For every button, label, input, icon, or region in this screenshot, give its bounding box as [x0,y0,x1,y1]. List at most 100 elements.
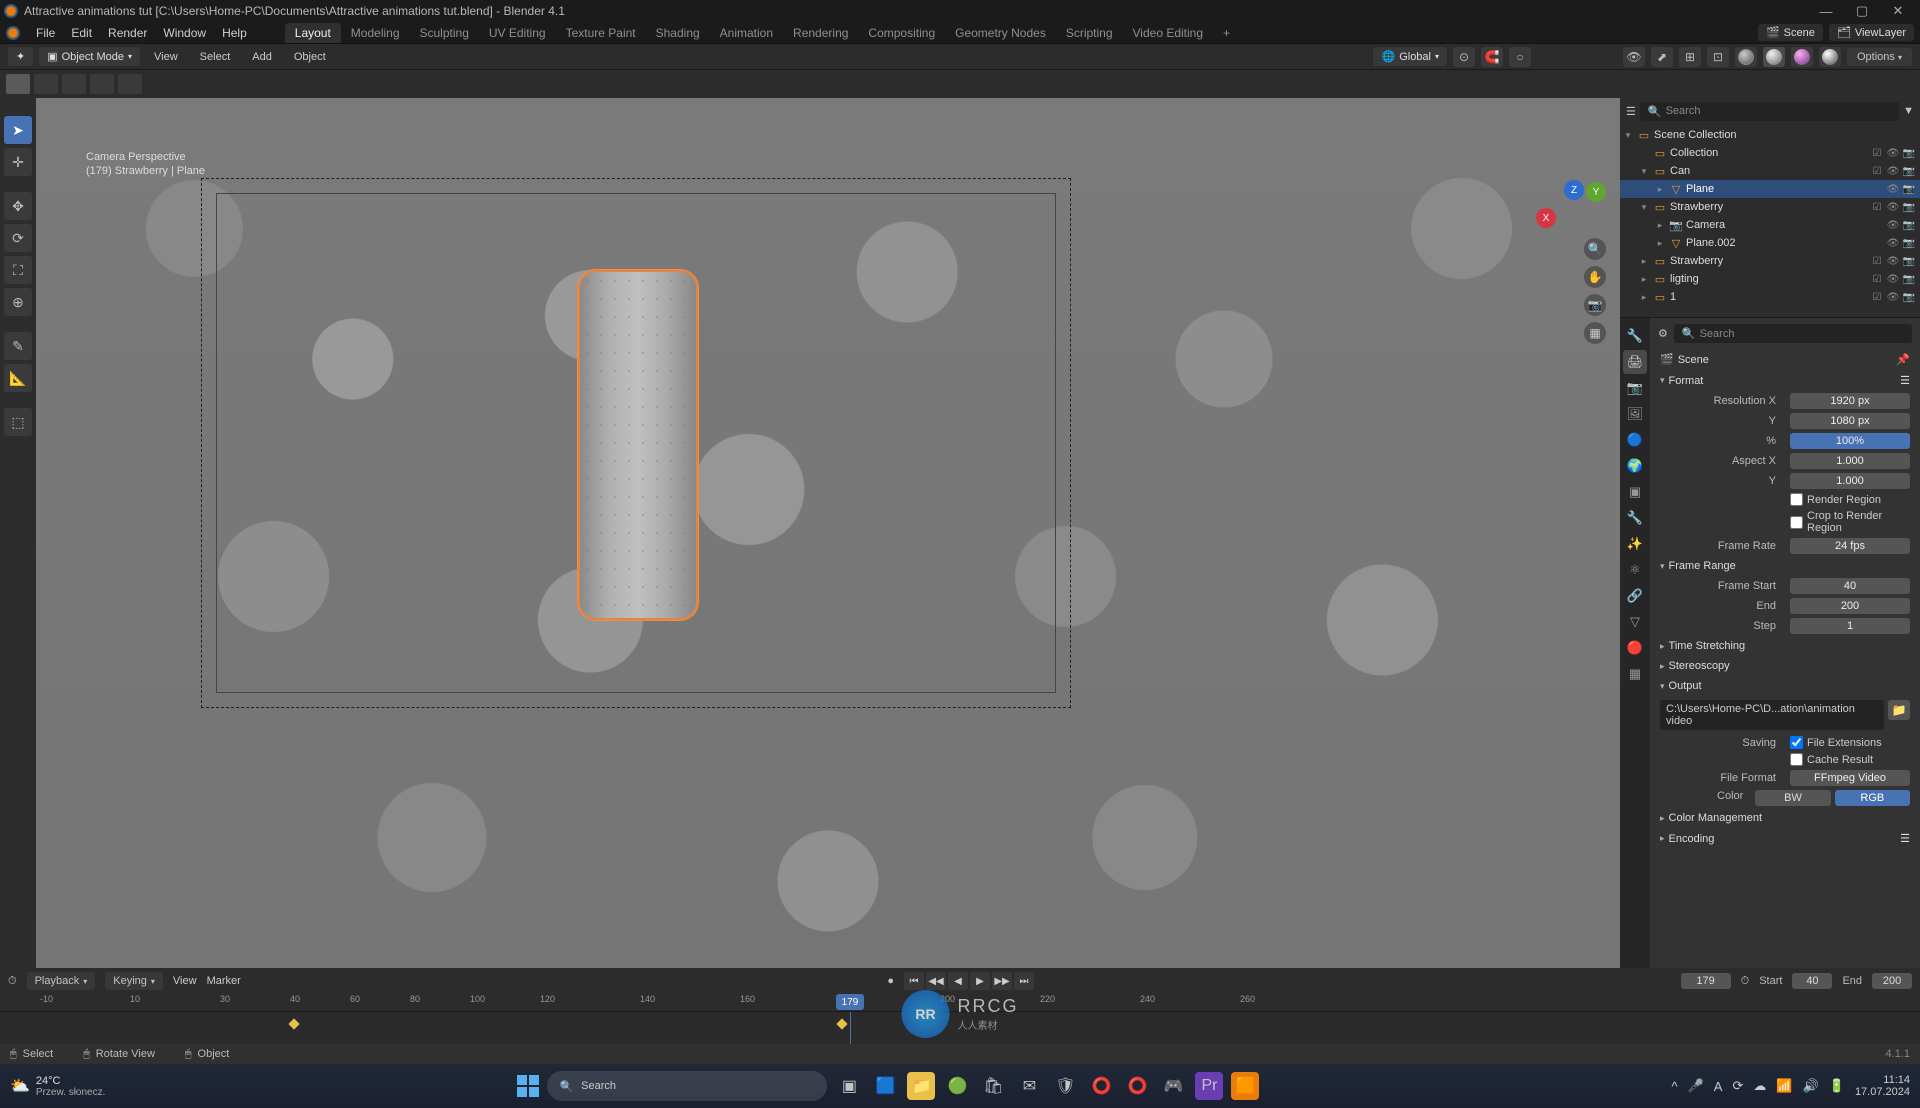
section-output[interactable]: ▾Output [1650,676,1920,696]
frame-start-field[interactable]: 40 [1790,578,1910,594]
browse-folder-button[interactable]: 📁 [1888,700,1910,720]
menu-window[interactable]: Window [155,26,214,40]
weather-widget[interactable]: ⛅ 24°C Przew. słonecz. [10,1075,105,1098]
playhead[interactable]: 179 [836,994,864,1010]
axis-z[interactable]: Z [1564,180,1584,200]
aspect-x-field[interactable]: 1.000 [1790,453,1910,469]
camera-view-icon[interactable]: 📷 [1584,294,1606,316]
shading-material[interactable] [1791,47,1813,67]
outliner-display-mode[interactable]: ☰ [1626,105,1636,118]
tool-transform[interactable]: ⊕ [4,288,32,316]
overlay-dropdown[interactable]: ⊞ [1679,47,1701,67]
header-object[interactable]: Object [286,51,334,63]
selmode-5[interactable] [118,74,142,94]
tree-camera[interactable]: ▸📷Camera👁📷 [1620,216,1920,234]
ptab-world[interactable]: 🌍 [1623,454,1647,478]
color-rgb-button[interactable]: RGB [1835,790,1910,806]
current-frame-field[interactable]: 179 [1681,973,1731,989]
shading-rendered[interactable] [1819,47,1841,67]
tray-mic-icon[interactable]: 🎤 [1688,1078,1704,1094]
restrict-select-icon[interactable]: ☑ [1870,166,1884,177]
preset-icon[interactable]: ☰ [1900,832,1910,845]
framerate-dropdown[interactable]: 24 fps [1790,538,1910,554]
tree-can[interactable]: ▾▭Can☑👁📷 [1620,162,1920,180]
restrict-select-icon[interactable]: ☑ [1870,148,1884,159]
visibility-icon[interactable]: 👁 [1886,220,1900,231]
copilot-icon[interactable]: 🟦 [871,1072,899,1100]
resolution-pct-field[interactable]: 100% [1790,433,1910,449]
selmode-2[interactable] [34,74,58,94]
tray-battery-icon[interactable]: 🔋 [1829,1078,1845,1094]
explorer-icon[interactable]: 📁 [907,1072,935,1100]
tab-add[interactable]: + [1213,23,1240,43]
tab-scripting[interactable]: Scripting [1056,23,1123,43]
scene-selector[interactable]: 🎬Scene [1758,24,1823,41]
prop-editor-type[interactable]: ⚙ [1658,327,1668,340]
shading-solid[interactable] [1763,47,1785,67]
tool-scale[interactable]: ⛶ [4,256,32,284]
tool-add-cube[interactable]: ⬚ [4,408,32,436]
tool-cursor[interactable]: ✛ [4,148,32,176]
ptab-output[interactable]: 🖨 [1623,350,1647,374]
keyframe[interactable] [836,1018,847,1029]
taskview-icon[interactable]: ▣ [835,1072,863,1100]
tree-lighting[interactable]: ▸▭ligting☑👁📷 [1620,270,1920,288]
zoom-icon[interactable]: 🔍 [1584,238,1606,260]
ptab-viewlayer[interactable]: 🖼 [1623,402,1647,426]
ptab-texture[interactable]: ▦ [1623,662,1647,686]
orientation-dropdown[interactable]: 🌐Global▾ [1373,47,1447,66]
, en dptab-scene[interactable]: 🔵 [1623,428,1647,452]
selmode-4[interactable] [90,74,114,94]
tl-end-field[interactable]: 200 [1872,973,1912,989]
render-icon[interactable]: 📷 [1902,220,1916,231]
tool-measure[interactable]: 📐 [4,364,32,392]
tab-animation[interactable]: Animation [710,23,783,43]
resolution-y-field[interactable]: 1080 px [1790,413,1910,429]
restrict-select-icon[interactable]: ☑ [1870,274,1884,285]
tree-scene-collection[interactable]: ▾▭Scene Collection [1620,126,1920,144]
tool-rotate[interactable]: ⟳ [4,224,32,252]
file-format-dropdown[interactable]: FFmpeg Video [1790,770,1910,786]
tray-lang-icon[interactable]: A [1714,1079,1723,1094]
timeline-view[interactable]: View [173,975,197,987]
section-format[interactable]: ▾Format☰ [1650,370,1920,391]
visibility-icon[interactable]: 👁 [1886,148,1900,159]
tool-annotate[interactable]: ✎ [4,332,32,360]
resolution-x-field[interactable]: 1920 px [1790,393,1910,409]
render-icon[interactable]: 📷 [1902,166,1916,177]
tree-plane002[interactable]: ▸▽Plane.002👁📷 [1620,234,1920,252]
render-icon[interactable]: 📷 [1902,202,1916,213]
options-button[interactable]: Options ▾ [1847,48,1912,66]
ptab-object[interactable]: ▣ [1623,480,1647,504]
menu-file[interactable]: File [28,26,63,40]
section-frame-range[interactable]: ▾Frame Range [1650,556,1920,576]
app-circle-1-icon[interactable]: ⭕ [1087,1072,1115,1100]
color-bw-button[interactable]: BW [1755,790,1830,806]
render-icon[interactable]: 📷 [1902,274,1916,285]
ptab-material[interactable]: 🔴 [1623,636,1647,660]
start-button[interactable] [517,1075,539,1097]
visibility-icon[interactable]: 👁 [1886,256,1900,267]
blender-taskbar-icon[interactable]: 🟧 [1231,1072,1259,1100]
taskbar-search[interactable]: 🔍Search [547,1071,827,1101]
tab-texture-paint[interactable]: Texture Paint [556,23,646,43]
tool-select[interactable]: ➤ [4,116,32,144]
keyframe[interactable] [288,1018,299,1029]
playback-dropdown[interactable]: Playback▾ [27,972,96,990]
visibility-icon[interactable]: 👁 [1886,184,1900,195]
tab-compositing[interactable]: Compositing [858,23,945,43]
menu-render[interactable]: Render [100,26,155,40]
tree-plane[interactable]: ▸▽Plane👁📷 [1620,180,1920,198]
edge-icon[interactable]: 🟢 [943,1072,971,1100]
crop-region-check[interactable] [1790,516,1803,529]
app-circle-2-icon[interactable]: ⭕ [1123,1072,1151,1100]
prev-key-button[interactable]: ◀◀ [926,972,946,990]
orientation-gizmo[interactable]: Z Y X [1536,156,1606,226]
tab-uv-editing[interactable]: UV Editing [479,23,556,43]
tab-layout[interactable]: Layout [285,23,341,43]
tray-cloud-icon[interactable]: ☁ [1753,1078,1766,1094]
render-icon[interactable]: 📷 [1902,184,1916,195]
ptab-data[interactable]: ▽ [1623,610,1647,634]
section-time-stretching[interactable]: ▸Time Stretching [1650,636,1920,656]
tool-move[interactable]: ✥ [4,192,32,220]
